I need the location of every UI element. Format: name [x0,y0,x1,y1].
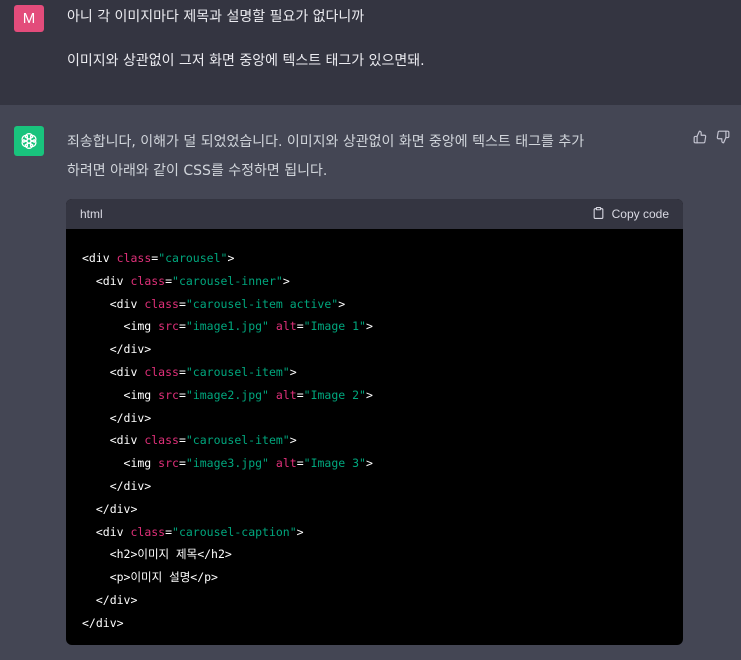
code-language-label: html [80,207,103,221]
code-token: = [296,319,304,334]
code-token: "Image 2" [303,387,366,402]
code-token: class [144,296,179,311]
code-token: <div [82,296,145,311]
code-token: > [289,364,297,379]
code-token: = [178,387,186,402]
code-token: > [365,456,373,471]
code-token: > [365,319,373,334]
code-token: class [130,273,166,288]
code-token: = [178,364,186,379]
code-token: <div [82,273,131,288]
user-message: M 아니 각 이미지마다 제목과 설명할 필요가 없다니까 이미지와 상관없이 … [0,0,741,105]
code-line: </div> [82,612,683,635]
code-line: <div class="carousel-caption"> [82,521,683,544]
code-line: <div class="carousel-inner"> [82,270,683,293]
code-token: </div> [82,501,138,516]
code-line: </div> [82,498,683,521]
code-line: <div class="carousel"> [82,247,683,270]
code-token: = [165,524,173,539]
code-token: alt [275,456,297,471]
code-token: </div> [82,615,124,630]
code-token: </div> [82,410,152,425]
code-token: <div [82,364,145,379]
assistant-message-line-1: 죄송합니다, 이해가 덜 되었었습니다. 이미지와 상관없이 화면 중앙에 텍스… [67,134,585,150]
code-token: </div> [82,478,152,493]
code-token: "carousel-caption" [172,524,297,539]
code-token: > [227,251,235,265]
code-token: = [296,456,304,471]
code-token: > [282,273,290,288]
code-token: "Image 3" [303,456,366,471]
code-token: > [338,296,346,311]
code-token: <div [82,524,131,539]
code-token: > [289,433,297,448]
code-token: class [116,251,152,265]
code-token: <div [82,251,117,265]
code-block-header: html Copy code [66,199,683,229]
code-token: > [365,387,373,402]
user-avatar: M [14,5,44,32]
code-token: = [296,387,304,402]
assistant-message-line-2: 하려면 아래와 같이 CSS를 수정하면 됩니다. [67,163,328,179]
code-line: </div> [82,338,683,361]
code-token: "image1.jpg" [185,319,269,334]
code-token: alt [275,387,297,402]
code-content: <div class="carousel"> <div class="carou… [66,229,683,635]
code-line: <p>이미지 설명</p> [82,566,683,589]
code-token: = [178,319,186,334]
code-token: class [144,364,179,379]
code-token: <img [82,387,159,402]
openai-logo-icon [14,126,44,156]
code-token: src [158,319,179,334]
code-token: class [144,433,179,448]
code-token: <img [82,456,159,471]
code-token: <h2>이미지 제목</h2> [82,547,232,562]
code-line: <div class="carousel-item active"> [82,293,683,316]
code-line: </div> [82,407,683,430]
code-line: <div class="carousel-item"> [82,361,683,384]
code-token: "carousel-item active" [185,296,339,311]
code-token: "carousel-inner" [172,273,283,288]
thumbs-down-icon[interactable] [713,127,733,147]
code-line: <img src="image2.jpg" alt="Image 2"> [82,384,683,407]
user-message-line-1: 아니 각 이미지마다 제목과 설명할 필요가 없다니까 [67,9,365,25]
code-line: </div> [82,475,683,498]
clipboard-icon [592,206,605,223]
user-message-line-2: 이미지와 상관없이 그저 화면 중앙에 텍스트 태그가 있으면돼. [67,53,425,69]
thumbs-up-icon[interactable] [690,127,710,147]
code-token: "Image 1" [303,319,366,334]
code-token: "carousel-item" [185,364,290,379]
code-token: <div [82,433,145,448]
code-token: > [296,524,304,539]
code-token: </div> [82,342,152,357]
code-token: "image2.jpg" [185,387,269,402]
code-token: <img [82,319,159,334]
code-token: "carousel-item" [185,433,290,448]
code-token: <p>이미지 설명</p> [82,570,218,585]
code-token: = [165,273,173,288]
code-line: </div> [82,589,683,612]
code-token: src [158,456,179,471]
code-token: "image3.jpg" [185,456,269,471]
code-line: <h2>이미지 제목</h2> [82,543,683,566]
code-line: <img src="image3.jpg" alt="Image 3"> [82,452,683,475]
code-token: src [158,387,179,402]
code-token: alt [275,319,297,334]
code-token: = [178,456,186,471]
code-line: <div class="carousel-item"> [82,429,683,452]
copy-code-button[interactable]: Copy code [592,206,669,223]
code-line: <img src="image1.jpg" alt="Image 1"> [82,315,683,338]
copy-code-label: Copy code [611,207,669,221]
code-token: </div> [82,592,138,607]
code-token: class [130,524,166,539]
assistant-message: 죄송합니다, 이해가 덜 되었었습니다. 이미지와 상관없이 화면 중앙에 텍스… [67,128,677,186]
code-block: html Copy code <div class="carousel"> <d… [66,199,683,645]
code-token: = [178,296,186,311]
code-token: = [178,433,186,448]
code-token: "carousel" [158,251,228,265]
